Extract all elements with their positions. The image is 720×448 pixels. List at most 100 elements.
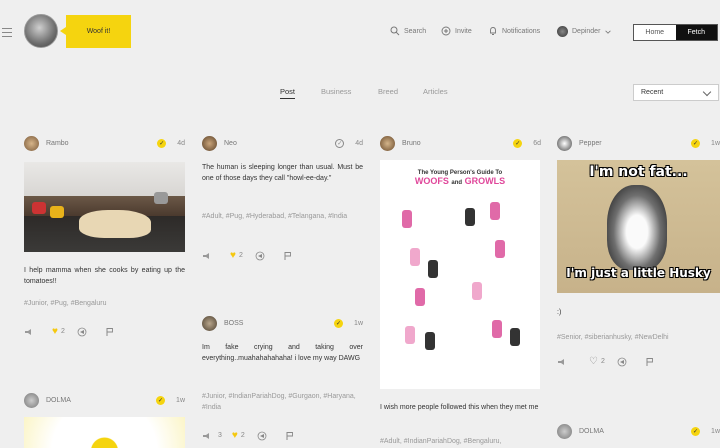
- user-name: Depinder: [572, 28, 601, 35]
- sort-selected: Recent: [641, 89, 664, 96]
- author-name[interactable]: Neo: [224, 140, 237, 147]
- post-time: 1w: [354, 320, 363, 327]
- user-menu[interactable]: Depinder: [557, 26, 612, 37]
- post-actions: 3 ♥ 2: [202, 430, 295, 441]
- flag-icon[interactable]: [105, 327, 115, 337]
- bark-icon[interactable]: [24, 327, 34, 337]
- kid-figure: [495, 240, 505, 258]
- flag-icon[interactable]: [285, 431, 295, 441]
- kid-figure: [402, 210, 412, 228]
- profile-avatar[interactable]: [24, 14, 58, 48]
- post-header-neo: Neo ✓ 4d: [202, 136, 363, 151]
- notifications-label: Notifications: [502, 27, 541, 35]
- post-tags[interactable]: #Adult, #Pug, #Hyderabad, #Telangana, #I…: [202, 211, 363, 222]
- search-label: Search: [404, 27, 427, 35]
- dog-figure: [465, 208, 475, 226]
- menu-icon[interactable]: [2, 28, 12, 40]
- verified-icon: ✓: [691, 139, 701, 148]
- tab-articles[interactable]: Articles: [423, 87, 448, 96]
- flag-icon[interactable]: [283, 251, 293, 261]
- woof-it-bubble[interactable]: Woof it!: [60, 15, 131, 48]
- post-tags[interactable]: #Junior, #Pug, #Bengaluru: [24, 298, 185, 309]
- heart-icon[interactable]: ♥: [52, 326, 58, 337]
- tab-breed[interactable]: Breed: [378, 87, 398, 96]
- pot: [154, 192, 168, 204]
- post-image-bruno[interactable]: The Young Person's Guide To WOOFS and GR…: [380, 160, 540, 389]
- kid-figure: [410, 248, 420, 266]
- heart-icon[interactable]: ♥: [230, 250, 236, 261]
- infographic-heading: WOOFS and GROWLS: [380, 176, 540, 186]
- kid-figure: [405, 326, 415, 344]
- author-name[interactable]: DOLMA: [579, 428, 604, 435]
- sort-dropdown[interactable]: Recent: [633, 84, 719, 101]
- home-button[interactable]: Home: [634, 25, 676, 40]
- post-image-dolma[interactable]: [24, 417, 185, 448]
- share-icon[interactable]: [257, 431, 267, 441]
- woof-it-label: Woof it!: [86, 28, 111, 35]
- post-actions: ♥ 2: [202, 250, 293, 261]
- avatar[interactable]: [24, 136, 39, 151]
- post-image-pepper[interactable]: I'm not fat... I'm just a little Husky: [557, 160, 720, 293]
- flag-icon[interactable]: [645, 357, 655, 367]
- chevron-down-icon: [702, 87, 712, 97]
- author-name[interactable]: Bruno: [402, 140, 421, 147]
- kid-figure: [415, 288, 425, 306]
- kid-figure: [492, 320, 502, 338]
- post-actions: ♥ 2: [24, 326, 115, 337]
- post-header-bruno: Bruno ✓ 6d: [380, 136, 541, 151]
- post-time: 4d: [355, 140, 363, 147]
- author-name[interactable]: DOLMA: [46, 397, 71, 404]
- avatar[interactable]: [202, 316, 217, 331]
- tab-business[interactable]: Business: [321, 87, 351, 96]
- dog-figure: [428, 260, 438, 278]
- post-tags[interactable]: #Adult, #IndianPariahDog, #Bengaluru,: [380, 436, 541, 447]
- verified-icon: ✓: [691, 427, 701, 436]
- share-icon[interactable]: [77, 327, 87, 337]
- tab-post[interactable]: Post: [280, 87, 296, 99]
- share-icon[interactable]: [617, 357, 627, 367]
- dog-figure: [425, 332, 435, 350]
- heart-icon[interactable]: ♥: [232, 430, 238, 441]
- avatar[interactable]: [24, 393, 39, 408]
- share-icon[interactable]: [255, 251, 265, 261]
- avatar[interactable]: [202, 136, 217, 151]
- tomato: [32, 202, 46, 214]
- post-header-dolma: DOLMA ✓ 1w: [24, 393, 185, 408]
- post-text: I help mamma when she cooks by eating up…: [24, 267, 185, 285]
- post-header-pepper: Pepper ✓ 1w: [557, 136, 720, 151]
- post-image-rambo[interactable]: [24, 162, 185, 252]
- search-nav[interactable]: Search: [390, 26, 426, 36]
- post-time: 1w: [176, 397, 185, 404]
- notifications-nav[interactable]: Notifications: [488, 26, 540, 36]
- author-name[interactable]: Rambo: [46, 140, 69, 147]
- bowl: [50, 206, 64, 218]
- fetch-button[interactable]: Fetch: [675, 25, 717, 40]
- avatar[interactable]: [557, 424, 572, 439]
- home-fetch-toggle: Home Fetch: [633, 24, 718, 41]
- growls-word: GROWLS: [464, 176, 506, 186]
- post-text: Im fake crying and taking over everythin…: [202, 344, 363, 362]
- dog-figure: [510, 328, 520, 346]
- meme-top-text: I'm not fat...: [589, 164, 688, 180]
- post-time: 1w: [711, 140, 720, 147]
- post-tags[interactable]: #Senior, #siberianhusky, #NewDelhi: [557, 332, 720, 343]
- bark-icon[interactable]: [202, 431, 212, 441]
- user-avatar: [557, 26, 568, 37]
- avatar[interactable]: [380, 136, 395, 151]
- avatar[interactable]: [557, 136, 572, 151]
- bark-icon[interactable]: [557, 357, 567, 367]
- verified-icon: ✓: [156, 396, 166, 405]
- author-name[interactable]: BOSS: [224, 320, 243, 327]
- post-text: I wish more people followed this when th…: [380, 404, 539, 411]
- plus-circle-icon: [441, 26, 451, 36]
- heart-icon[interactable]: ♡: [589, 356, 598, 367]
- verified-icon: ✓: [157, 139, 167, 148]
- author-name[interactable]: Pepper: [579, 140, 602, 147]
- post-header-dolma: DOLMA ✓ 1w: [557, 424, 720, 439]
- post-tags[interactable]: #Junior, #IndianPariahDog, #Gurgaon, #Ha…: [202, 391, 363, 413]
- post-header-rambo: Rambo ✓ 4d: [24, 136, 185, 151]
- invite-label: Invite: [455, 27, 472, 35]
- search-icon: [390, 26, 400, 36]
- bark-icon[interactable]: [202, 251, 212, 261]
- invite-nav[interactable]: Invite: [441, 26, 472, 36]
